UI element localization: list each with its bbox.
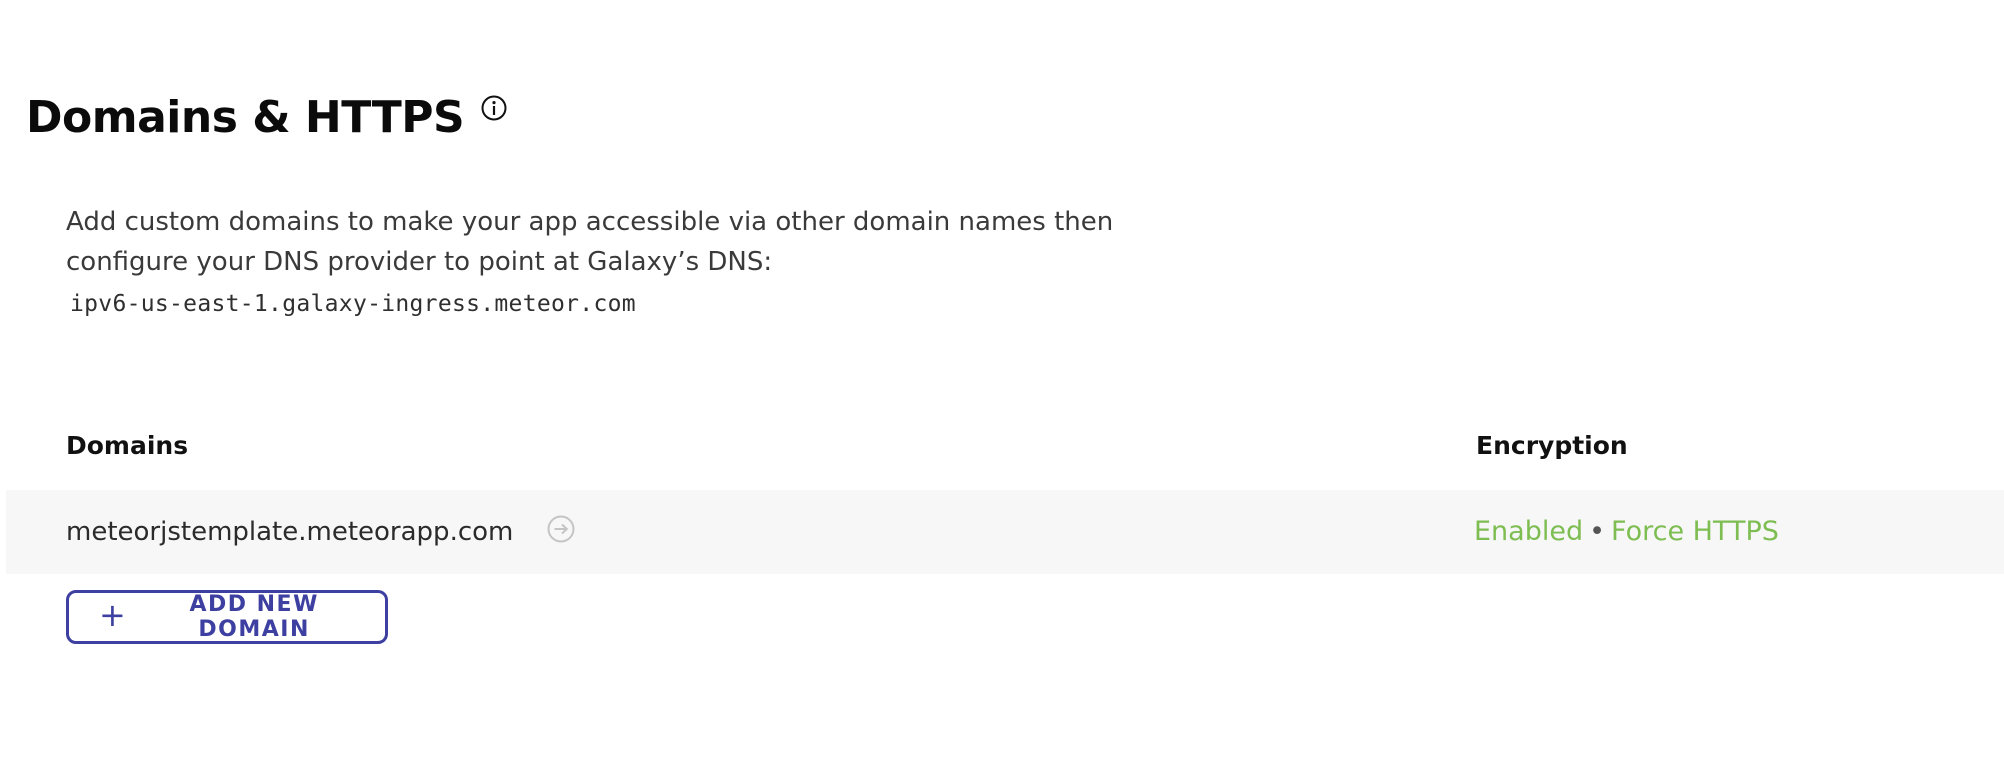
page-title: Domains & HTTPS — [26, 92, 465, 143]
encryption-status: Enabled — [1474, 516, 1584, 547]
plus-icon: + — [99, 596, 128, 634]
table-row: meteorjstemplate.meteorapp.com Enabled • F… — [6, 490, 2004, 574]
separator-dot: • — [1589, 516, 1606, 547]
encryption-cell: Enabled • Force HTTPS — [1474, 512, 1779, 552]
column-header-domains: Domains — [66, 431, 189, 460]
page-header: Domains & HTTPS — [26, 86, 508, 150]
force-https-link[interactable]: Force HTTPS — [1611, 516, 1779, 547]
info-icon[interactable] — [480, 94, 508, 122]
dns-host-value: ipv6-us-east-1.galaxy-ingress.meteor.com — [70, 291, 636, 317]
add-new-domain-label: ADD NEW DOMAIN — [189, 592, 319, 642]
add-new-domain-button[interactable]: + ADD NEW DOMAIN — [66, 590, 388, 644]
column-header-encryption: Encryption — [1476, 431, 1628, 460]
arrow-circle-right-icon[interactable] — [546, 514, 576, 544]
domains-description: Add custom domains to make your app acce… — [66, 207, 1114, 277]
domain-name: meteorjstemplate.meteorapp.com — [66, 517, 514, 547]
